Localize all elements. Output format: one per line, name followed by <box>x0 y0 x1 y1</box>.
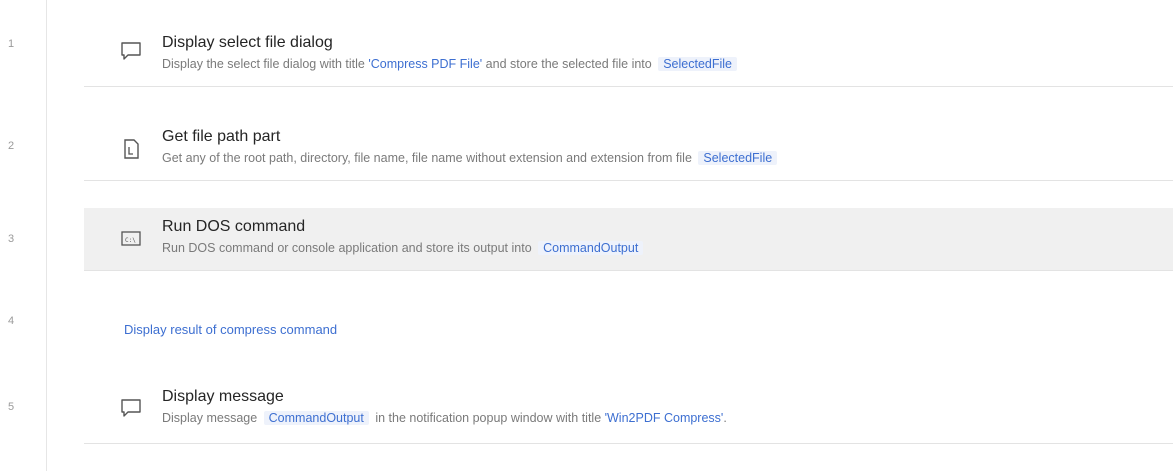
action-title: Run DOS command <box>162 218 306 235</box>
line-number: 1 <box>7 38 15 50</box>
line-number: 4 <box>7 315 15 327</box>
action-description: Get any of the root path, directory, fil… <box>162 151 780 165</box>
variable-token[interactable]: CommandOutput <box>538 241 644 255</box>
action-description: Display message CommandOutput in the not… <box>162 411 727 425</box>
message-box-icon <box>120 40 142 62</box>
variable-token[interactable]: CommandOutput <box>263 411 369 425</box>
action-description: Run DOS command or console application a… <box>162 241 646 255</box>
file-path-icon <box>120 138 142 160</box>
action-title: Display select file dialog <box>162 34 333 51</box>
action-description: Display the select file dialog with titl… <box>162 57 740 71</box>
line-number-gutter: 1 2 3 4 5 <box>0 0 47 471</box>
action-step-display-select-file-dialog[interactable]: Display select file dialog Display the s… <box>84 24 1173 87</box>
action-title: Display message <box>162 388 284 405</box>
terminal-icon: C:\ <box>120 227 142 249</box>
action-step-get-file-path-part[interactable]: Get file path part Get any of the root p… <box>84 118 1173 181</box>
action-title: Get file path part <box>162 128 281 145</box>
action-step-display-message[interactable]: Display message Display message CommandO… <box>84 381 1173 444</box>
line-number: 3 <box>7 233 15 245</box>
line-number: 2 <box>7 140 15 152</box>
action-step-run-dos-command[interactable]: C:\ Run DOS command Run DOS command or c… <box>84 208 1173 271</box>
message-box-icon <box>120 397 142 419</box>
variable-token[interactable]: SelectedFile <box>658 57 738 71</box>
variable-token[interactable]: SelectedFile <box>698 151 778 165</box>
line-number: 5 <box>7 401 15 413</box>
svg-text:C:\: C:\ <box>125 237 136 244</box>
comment-step[interactable]: Display result of compress command <box>124 322 337 337</box>
